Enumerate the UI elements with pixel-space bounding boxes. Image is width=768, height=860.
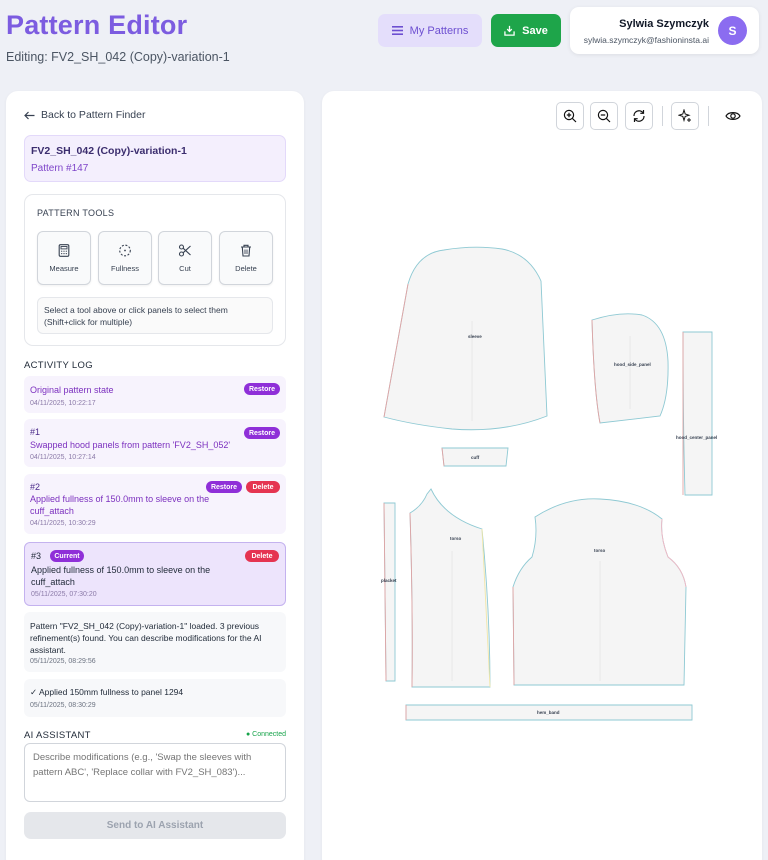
hood-center-panel-label: hood_center_panel bbox=[676, 435, 717, 440]
log-entry: #2 Applied fullness of 150.0mm to sleeve… bbox=[24, 474, 286, 534]
menu-icon bbox=[391, 26, 403, 35]
back-to-pattern-finder-link[interactable]: Back to Pattern Finder bbox=[24, 109, 145, 121]
current-pattern-card: FV2_SH_042 (Copy)-variation-1 Pattern #1… bbox=[24, 135, 286, 182]
torso-back-label: torso bbox=[594, 548, 606, 553]
log-entry-text: Original pattern state bbox=[30, 385, 114, 395]
measure-tool-label: Measure bbox=[49, 264, 79, 273]
page-title: Pattern Editor bbox=[6, 10, 188, 40]
log-entry-timestamp: 04/11/2025, 10:22:17 bbox=[30, 400, 96, 407]
torso-front-piece[interactable]: torso bbox=[409, 488, 491, 688]
measure-tool-button[interactable]: Measure bbox=[37, 231, 91, 285]
fullness-tool-button[interactable]: Fullness bbox=[98, 231, 152, 285]
fullness-tool-label: Fullness bbox=[111, 264, 139, 273]
pattern-name: FV2_SH_042 (Copy)-variation-1 bbox=[31, 145, 187, 157]
message-timestamp: 05/11/2025, 08:29:56 bbox=[30, 658, 96, 665]
message-text: ✓ Applied 150mm fullness to panel 1294 bbox=[30, 687, 184, 697]
cut-tool-button[interactable]: Cut bbox=[158, 231, 212, 285]
hood-side-panel-label: hood_side_panel bbox=[614, 362, 651, 367]
hem-band-label: hem_band bbox=[537, 710, 560, 715]
sleeve-label: sleeve bbox=[468, 334, 482, 339]
save-button[interactable]: Save bbox=[491, 14, 561, 47]
current-badge: Current bbox=[50, 550, 84, 562]
log-entry: Original pattern state 04/11/2025, 10:22… bbox=[24, 376, 286, 413]
delete-button[interactable]: Delete bbox=[246, 481, 280, 493]
torso-front-label: torso bbox=[450, 536, 462, 541]
ai-prompt-input[interactable] bbox=[24, 743, 286, 802]
pattern-tools-card: PATTERN TOOLS Measure Fullness Cut Delet… bbox=[24, 194, 286, 346]
assistant-message: Pattern "FV2_SH_042 (Copy)-variation-1" … bbox=[24, 612, 286, 672]
log-entry-current: #3 Current Applied fullness of 150.0mm t… bbox=[24, 542, 286, 606]
arrow-left-icon bbox=[24, 111, 35, 119]
delete-tool-button[interactable]: Delete bbox=[219, 231, 273, 285]
restore-button[interactable]: Restore bbox=[206, 481, 242, 493]
tools-hint: Select a tool above or click panels to s… bbox=[37, 297, 273, 334]
log-entry-timestamp: 04/11/2025, 10:30:29 bbox=[30, 520, 96, 527]
activity-log-title: ACTIVITY LOG bbox=[24, 360, 93, 371]
cuff-label: cuff bbox=[471, 455, 480, 460]
assistant-message: ✓ Applied 150mm fullness to panel 1294 0… bbox=[24, 679, 286, 717]
user-name: Sylwia Szymczyk bbox=[619, 18, 709, 30]
log-entry-number: #3 bbox=[31, 551, 42, 561]
my-patterns-button[interactable]: My Patterns bbox=[378, 14, 482, 47]
log-entry-number: #2 bbox=[30, 482, 41, 492]
pattern-canvas[interactable]: sleeve hood_side_panel hood_center_panel… bbox=[322, 91, 762, 860]
save-label: Save bbox=[522, 24, 548, 37]
connection-status: ● Connected bbox=[245, 731, 286, 738]
hood-side-panel-piece[interactable]: hood_side_panel bbox=[591, 313, 669, 424]
cut-tool-label: Cut bbox=[179, 264, 191, 273]
log-entry-text: Swapped hood panels from pattern 'FV2_SH… bbox=[30, 440, 231, 450]
message-text: Pattern "FV2_SH_042 (Copy)-variation-1" … bbox=[30, 621, 262, 655]
log-entry-text: Applied fullness of 150.0mm to sleeve on… bbox=[30, 494, 210, 516]
dashed-circle-icon bbox=[119, 244, 131, 257]
log-entry-timestamp: 05/11/2025, 07:30:20 bbox=[31, 591, 97, 598]
hem-band-piece[interactable]: hem_band bbox=[405, 704, 693, 721]
log-entry-number: #1 bbox=[30, 427, 41, 437]
delete-tool-label: Delete bbox=[235, 264, 257, 273]
sleeve-piece[interactable]: sleeve bbox=[383, 246, 548, 431]
pattern-pieces-drawing[interactable]: sleeve hood_side_panel hood_center_panel… bbox=[322, 91, 762, 860]
placket-label: placket bbox=[381, 578, 397, 583]
hood-center-panel-piece[interactable]: hood_center_panel bbox=[676, 331, 717, 496]
log-entry-timestamp: 04/11/2025, 10:27:14 bbox=[30, 454, 96, 461]
user-card[interactable]: Sylwia Szymczyk sylwia.szymczyk@fashioni… bbox=[570, 7, 759, 54]
pattern-number: Pattern #147 bbox=[31, 163, 89, 174]
save-icon bbox=[504, 25, 515, 36]
editing-subtitle: Editing: FV2_SH_042 (Copy)-variation-1 bbox=[6, 50, 230, 64]
user-email: sylwia.szymczyk@fashioninsta.ai bbox=[583, 35, 709, 45]
ai-assistant-title: AI ASSISTANT bbox=[24, 730, 91, 741]
calculator-icon bbox=[58, 244, 70, 257]
left-sidebar: Back to Pattern Finder FV2_SH_042 (Copy)… bbox=[6, 91, 304, 860]
cuff-piece[interactable]: cuff bbox=[441, 447, 509, 467]
message-timestamp: 05/11/2025, 08:30:29 bbox=[30, 702, 96, 709]
delete-button[interactable]: Delete bbox=[245, 550, 279, 562]
placket-piece[interactable]: placket bbox=[381, 502, 397, 682]
log-entry-text: Applied fullness of 150.0mm to sleeve on… bbox=[31, 565, 211, 587]
torso-back-piece[interactable]: torso bbox=[512, 498, 687, 686]
back-label: Back to Pattern Finder bbox=[41, 109, 146, 121]
my-patterns-label: My Patterns bbox=[409, 24, 469, 37]
pattern-tools-title: PATTERN TOOLS bbox=[37, 208, 115, 218]
avatar[interactable]: S bbox=[718, 16, 747, 45]
log-entry: #1 Swapped hood panels from pattern 'FV2… bbox=[24, 419, 286, 467]
scissors-icon bbox=[178, 244, 191, 257]
send-to-ai-button[interactable]: Send to AI Assistant bbox=[24, 812, 286, 839]
trash-icon bbox=[241, 244, 251, 257]
restore-button[interactable]: Restore bbox=[244, 383, 280, 395]
restore-button[interactable]: Restore bbox=[244, 427, 280, 439]
